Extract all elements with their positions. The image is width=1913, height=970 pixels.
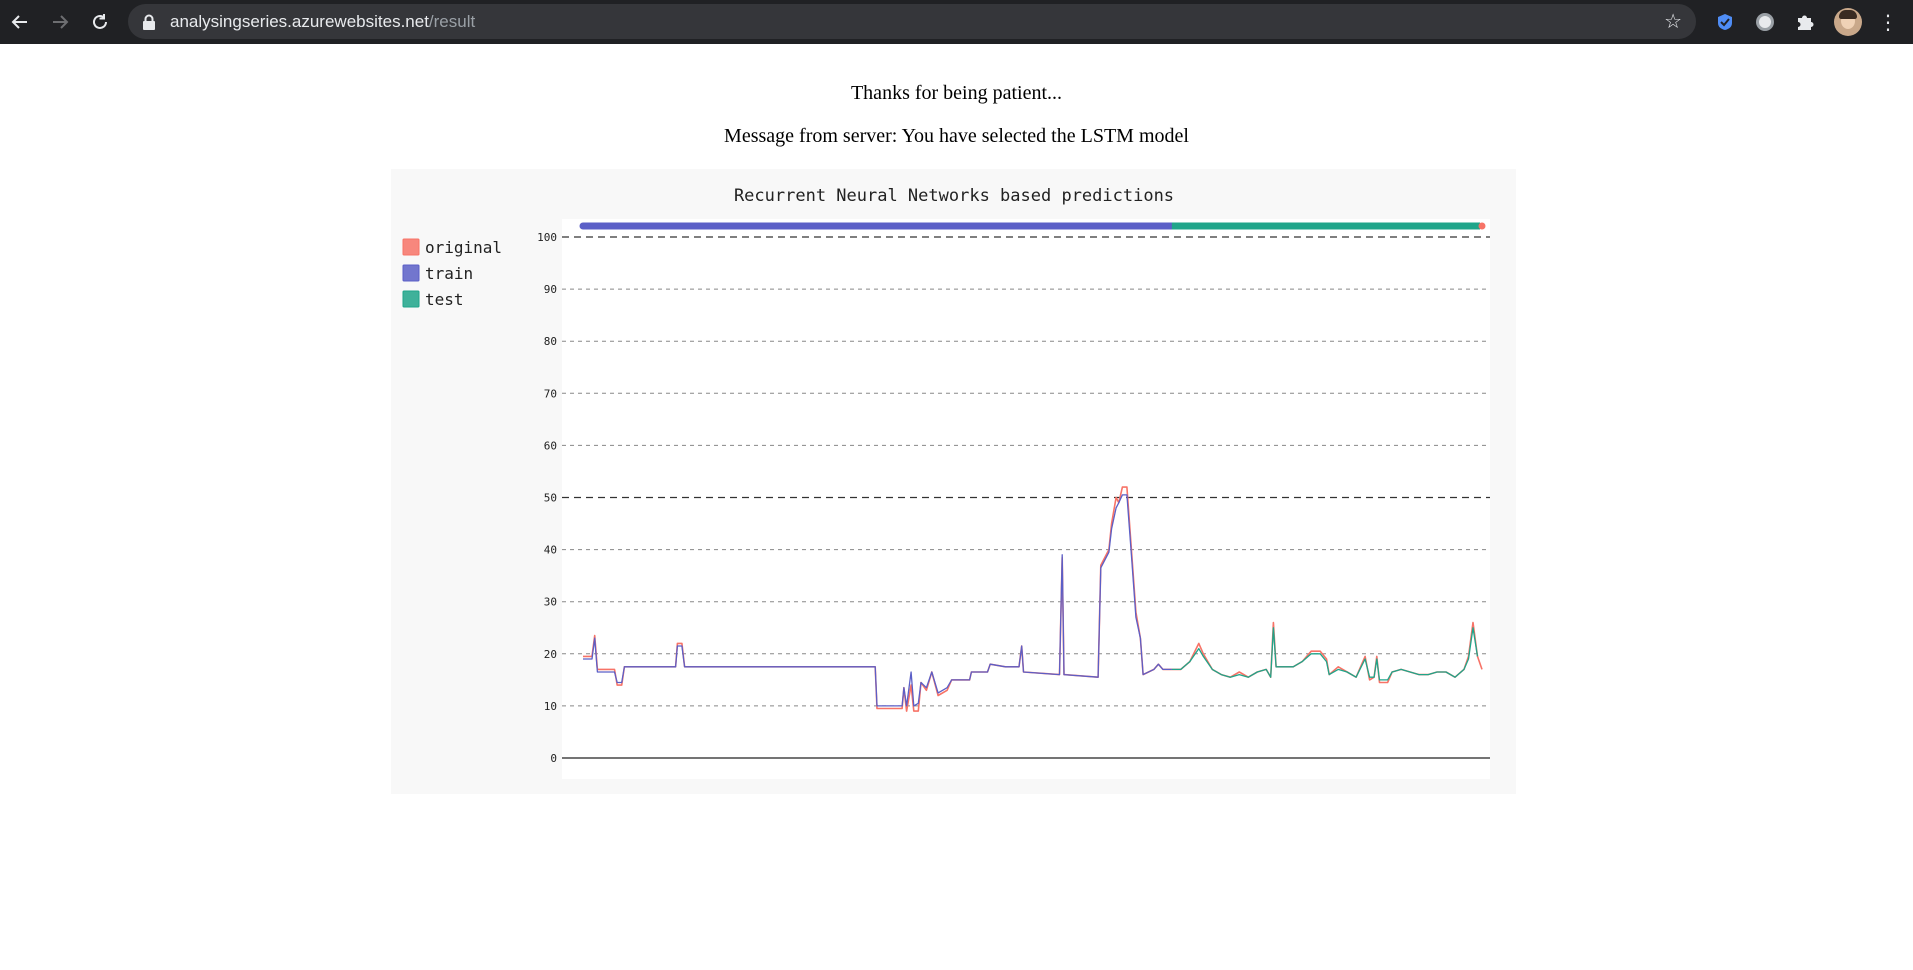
- y-tick-label: 0: [550, 752, 557, 765]
- patience-message: Thanks for being patient...: [850, 82, 1063, 104]
- range-end-marker[interactable]: [1478, 222, 1486, 230]
- address-bar[interactable]: analysingseries.azurewebsites.net/result…: [128, 4, 1696, 39]
- y-tick-label: 10: [544, 700, 557, 713]
- y-tick-label: 50: [544, 492, 557, 505]
- kebab-menu-icon[interactable]: ⋮: [1878, 8, 1898, 36]
- avatar[interactable]: [1834, 8, 1862, 36]
- chart-title: Recurrent Neural Networks based predicti…: [734, 186, 1174, 206]
- y-tick-label: 20: [544, 648, 557, 661]
- record-icon[interactable]: [1752, 9, 1778, 35]
- star-icon[interactable]: ☆: [1664, 9, 1682, 33]
- legend-item-test[interactable]: test: [402, 290, 464, 309]
- y-tick-label: 90: [544, 283, 557, 296]
- legend-label-original: original: [425, 238, 502, 257]
- legend-label-train: train: [425, 264, 473, 283]
- y-tick-label: 80: [544, 335, 557, 348]
- y-tick-label: 60: [544, 439, 557, 452]
- plot-area: [562, 219, 1490, 779]
- prediction-chart: Recurrent Neural Networks based predicti…: [402, 186, 1490, 779]
- forward-arrow-icon[interactable]: [44, 6, 76, 38]
- legend-swatch-test: [402, 290, 420, 308]
- lock-icon: [143, 14, 155, 30]
- browser-toolbar: analysingseries.azurewebsites.net/result…: [0, 0, 1913, 44]
- y-tick-label: 70: [544, 387, 557, 400]
- chart-panel: Recurrent Neural Networks based predicti…: [391, 169, 1516, 794]
- legend-label-test: test: [425, 290, 464, 309]
- y-axis-ticks: 0 10 20 30 40 50 60 70 80 90 100: [537, 231, 557, 765]
- back-arrow-icon[interactable]: [4, 6, 36, 38]
- url-path: /result: [428, 12, 476, 31]
- y-tick-label: 100: [537, 231, 557, 244]
- legend-item-original[interactable]: original: [402, 238, 502, 257]
- legend: original train test: [402, 238, 502, 309]
- legend-swatch-train: [402, 264, 420, 282]
- y-tick-label: 40: [544, 544, 557, 557]
- range-selector-bar[interactable]: [579, 222, 1486, 230]
- extension-icon[interactable]: [1712, 9, 1738, 35]
- url-host: analysingseries.azurewebsites.net: [170, 12, 429, 31]
- y-tick-label: 30: [544, 596, 557, 609]
- legend-item-train[interactable]: train: [402, 264, 473, 283]
- url-text[interactable]: analysingseries.azurewebsites.net/result: [170, 12, 475, 32]
- avatar-hair: [1839, 10, 1857, 19]
- puzzle-icon[interactable]: [1792, 9, 1818, 35]
- reload-icon[interactable]: [84, 6, 116, 38]
- legend-swatch-original: [402, 238, 420, 256]
- server-message: Message from server: You have selected t…: [724, 125, 1189, 147]
